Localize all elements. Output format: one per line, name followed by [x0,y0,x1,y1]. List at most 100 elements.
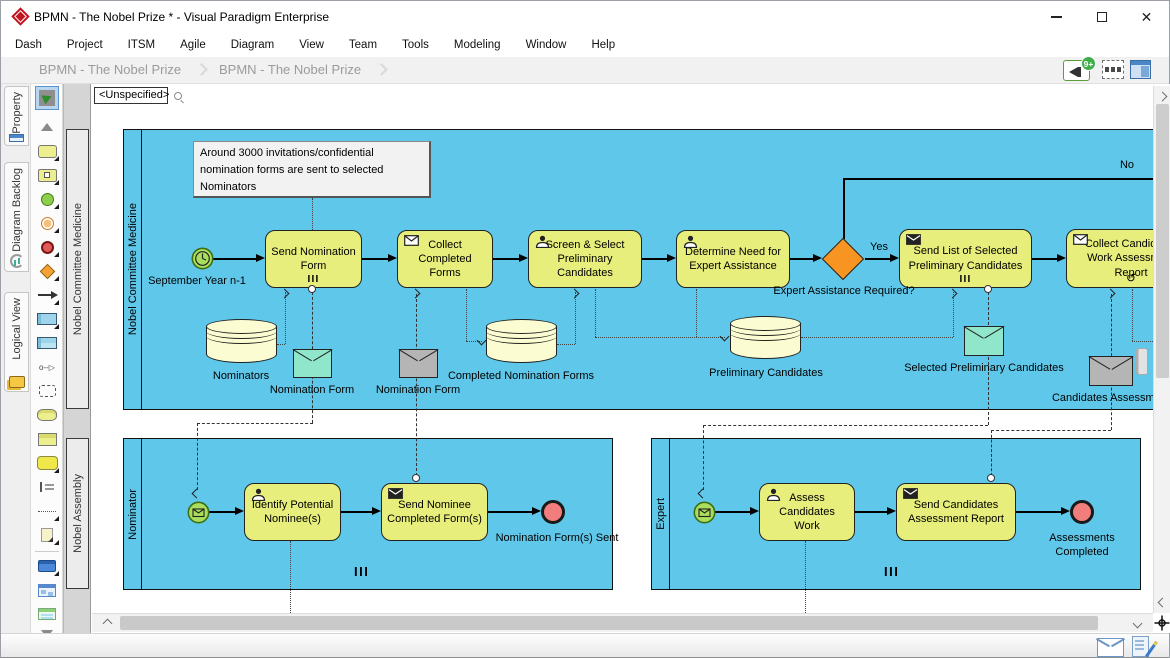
palette-intermediate-event-tool[interactable] [35,213,59,233]
menu-dash[interactable]: Dash [15,39,42,51]
datastore-nominators[interactable] [206,319,277,363]
sequence-flow[interactable] [1016,511,1062,513]
palette-group-tool[interactable] [35,381,59,401]
menu-diagram[interactable]: Diagram [231,39,274,51]
message-selected-preliminary-candidates[interactable] [964,326,1004,356]
end-event-assessments-completed[interactable] [1070,500,1094,524]
menu-tools[interactable]: Tools [402,39,429,51]
tab-diagram-backlog[interactable]: Diagram Backlog [4,162,29,272]
sequence-flow[interactable] [362,258,389,260]
palette-end-event-tool[interactable] [35,237,59,257]
palette-document-tool[interactable] [35,525,59,545]
splitter-grip[interactable] [1136,348,1148,375]
maximize-button[interactable] [1079,1,1124,33]
menu-window[interactable]: Window [526,39,567,51]
data-association[interactable] [953,292,954,337]
task-collect-candidates-work-assessment-report[interactable]: Collect Candidates Work Assessment Repor… [1066,229,1153,288]
message-flow[interactable] [988,292,989,425]
palette-gateway-tool[interactable] [35,261,59,281]
palette-association-tool[interactable]: o--▷ [35,357,59,377]
sequence-flow[interactable] [213,258,257,260]
pool-expert-band[interactable]: Expert [652,439,670,589]
data-association[interactable] [1132,289,1133,341]
close-button[interactable]: ✕ [1124,1,1169,33]
data-association[interactable] [805,541,806,613]
message-flow[interactable] [991,430,1111,431]
scroll-right-arrow-icon[interactable] [1133,619,1143,629]
message-flow[interactable] [703,425,988,426]
task-screen-select-preliminary-candidates[interactable]: Screen & Select Preliminary Candidates [528,230,642,288]
breadcrumb-item[interactable]: BPMN - The Nobel Prize [39,62,181,77]
palette-sub-process-tool[interactable] [35,165,59,185]
task-send-nomination-form[interactable]: Send Nomination Form III [265,230,362,288]
vertical-scrollbar-thumb[interactable] [1156,104,1169,378]
tab-logical-view[interactable]: Logical View [4,292,29,392]
data-association[interactable] [801,337,953,338]
announcements-icon[interactable]: 9+ [1063,60,1090,81]
palette-text-annotation-tool[interactable] [35,477,59,497]
horizontal-scrollbar[interactable] [92,613,1153,632]
pool-nominator-band[interactable]: Nominator [124,439,142,589]
palette-task-tool[interactable] [35,141,59,161]
palette-start-event-tool[interactable] [35,189,59,209]
fit-to-window-icon[interactable] [1102,60,1124,79]
datastore-completed-nomination-forms[interactable] [486,319,557,363]
timer-start-event[interactable] [191,247,214,275]
vertical-scrollbar[interactable] [1153,86,1170,613]
data-association[interactable] [466,289,467,341]
no-flow-line[interactable] [843,178,845,239]
data-association[interactable] [557,344,575,345]
sequence-flow[interactable] [488,511,533,513]
menu-project[interactable]: Project [67,39,103,51]
menu-modeling[interactable]: Modeling [454,39,501,51]
no-flow-line[interactable] [843,178,1153,180]
task-send-nominee-completed-forms[interactable]: Send Nominee Completed Form(s) [381,483,488,541]
sequence-flow[interactable] [715,511,751,513]
palette-model-tool[interactable] [35,556,59,576]
task-determine-need-expert-assistance[interactable]: Determine Need for Expert Assistance [676,230,790,288]
menu-team[interactable]: Team [349,39,377,51]
diagram-canvas[interactable]: <Unspecified> Nobel Committee Medicine N… [92,86,1153,613]
data-association[interactable] [285,292,286,344]
palette-data-association-tool[interactable] [35,501,59,521]
compose-note-icon[interactable] [1132,636,1149,657]
menu-help[interactable]: Help [591,39,615,51]
palette-diagram-overview-tool[interactable] [35,580,59,600]
message-start-event-expert[interactable] [693,501,716,529]
annotation-association[interactable] [312,198,313,230]
sequence-flow-yes[interactable] [865,258,891,260]
collapsed-pool-nobel-assembly[interactable]: Nobel Assembly [66,438,89,589]
message-status-icon[interactable] [1097,638,1124,657]
data-association[interactable] [595,289,596,337]
data-association[interactable] [290,541,291,613]
palette-lane-tool[interactable] [35,333,59,353]
data-association[interactable] [595,337,725,338]
sequence-flow[interactable] [209,511,236,513]
palette-pool-tool[interactable] [35,309,59,329]
sequence-flow[interactable] [341,511,373,513]
palette-expanded-sub-process-tool[interactable] [35,453,59,473]
sequence-flow[interactable] [855,511,888,513]
scroll-left-arrow-icon[interactable] [103,619,113,629]
data-association[interactable] [575,292,576,344]
palette-sequence-flow-tool[interactable] [35,285,59,305]
pan-tool-corner[interactable] [1153,613,1170,633]
data-association[interactable] [696,289,697,337]
pool-committee-band[interactable]: Nobel Committee Medicine [124,130,142,409]
panel-layout-icon[interactable] [1130,60,1151,79]
task-send-list-selected-preliminary-candidates[interactable]: Send List of Selected Preliminary Candid… [899,229,1032,288]
horizontal-scrollbar-thumb[interactable] [120,616,1098,630]
message-flow[interactable] [991,430,992,476]
message-flow[interactable] [703,425,704,490]
scroll-up-arrow-icon[interactable] [1158,92,1168,102]
sequence-flow[interactable] [790,258,814,260]
palette-data-store-tool[interactable] [35,405,59,425]
menu-view[interactable]: View [299,39,324,51]
scroll-down-arrow-icon[interactable] [1158,598,1168,608]
message-flow[interactable] [197,423,313,424]
message-candidates-assessment[interactable] [1089,356,1133,386]
palette-choreography-tool[interactable] [35,429,59,449]
task-identify-potential-nominees[interactable]: Identify Potential Nominee(s) [244,483,341,541]
minimize-button[interactable] [1034,1,1079,33]
task-send-candidates-assessment-report[interactable]: Send Candidates Assessment Report [896,483,1016,541]
